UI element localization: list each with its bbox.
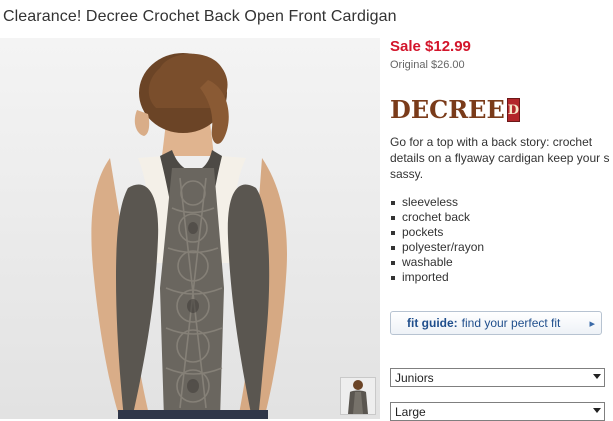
- size-select[interactable]: Large: [390, 402, 605, 421]
- fit-guide-text: find your perfect fit: [461, 316, 561, 330]
- brand-logo[interactable]: DECREE D: [390, 95, 521, 125]
- feature-item: pockets: [390, 225, 484, 240]
- size-range-value: Juniors: [395, 371, 434, 385]
- feature-item: sleeveless: [390, 195, 484, 210]
- fit-guide-label: fit guide:: [407, 316, 458, 330]
- sale-price: Sale $12.99: [390, 38, 471, 55]
- thumbnail-image: [341, 378, 375, 414]
- product-main-image[interactable]: [0, 38, 380, 419]
- description-line: details on a flyaway cardigan keep your …: [390, 151, 610, 165]
- chevron-down-icon: [593, 374, 601, 379]
- size-value: Large: [395, 405, 426, 419]
- feature-item: crochet back: [390, 210, 484, 225]
- brand-seal-icon: D: [506, 98, 521, 122]
- description-line: Go for a top with a back story: crochet: [390, 135, 593, 149]
- description-line: sassy.: [390, 167, 424, 181]
- fit-guide-button[interactable]: fit guide: find your perfect fit ▸: [390, 311, 602, 335]
- feature-item: polyester/rayon: [390, 240, 484, 255]
- size-range-select[interactable]: Juniors: [390, 368, 605, 387]
- feature-list: sleeveless crochet back pockets polyeste…: [390, 195, 484, 285]
- product-description: Go for a top with a back story: crochet …: [390, 134, 613, 182]
- product-thumbnail[interactable]: [340, 377, 376, 415]
- brand-wordmark: DECREE: [390, 95, 505, 124]
- feature-item: washable: [390, 255, 484, 270]
- product-title: Clearance! Decree Crochet Back Open Fron…: [3, 8, 397, 25]
- feature-item: imported: [390, 270, 484, 285]
- original-price: Original $26.00: [390, 59, 465, 71]
- chevron-down-icon: [593, 408, 601, 413]
- chevron-right-icon: ▸: [589, 318, 595, 330]
- model-back-photo: [91, 53, 287, 419]
